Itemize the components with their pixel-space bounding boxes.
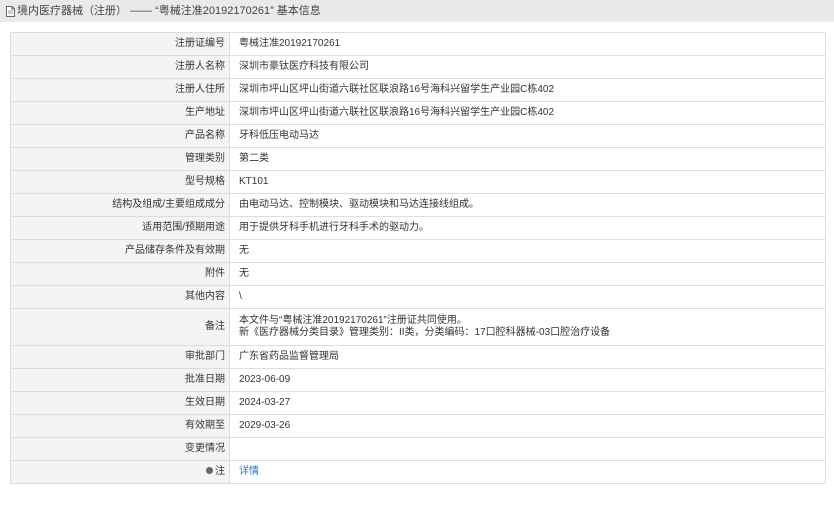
row-value: 广东省药品监督管理局 — [229, 345, 826, 369]
table-row: 适用范围/预期用途 用于提供牙科手机进行牙科手术的驱动力。 — [10, 216, 826, 240]
row-label: 结构及组成/主要组成成分 — [10, 193, 230, 217]
row-label: 管理类别 — [10, 147, 230, 171]
table-row: 产品名称 牙科低压电动马达 — [10, 124, 826, 148]
table-row: 批准日期 2023-06-09 — [10, 368, 826, 392]
row-label: 产品名称 — [10, 124, 230, 148]
row-label: 附件 — [10, 262, 230, 286]
row-label: 适用范围/预期用途 — [10, 216, 230, 240]
row-value: 牙科低压电动马达 — [229, 124, 826, 148]
row-label: 有效期至 — [10, 414, 230, 438]
row-label: 产品储存条件及有效期 — [10, 239, 230, 263]
page-header: 境内医疗器械（注册） —— “粤械注准20192170261” 基本信息 — [0, 0, 834, 22]
remark-value: 本文件与“粤械注准20192170261”注册证共同使用。 新《医疗器械分类目录… — [229, 308, 826, 346]
table-row: 注册人名称 深圳市豪钛医疗科技有限公司 — [10, 55, 826, 79]
row-label: 注册证编号 — [10, 32, 230, 56]
info-table-wrapper: 注册证编号 粤械注准20192170261 注册人名称 深圳市豪钛医疗科技有限公… — [10, 32, 826, 484]
remark-line-2: 新《医疗器械分类目录》管理类别：II类，分类编码：17口腔科器械-03口腔治疗设… — [239, 327, 611, 338]
row-label: 审批部门 — [10, 345, 230, 369]
row-label: 注册人名称 — [10, 55, 230, 79]
table-row: 其他内容 \ — [10, 285, 826, 309]
page-title: 境内医疗器械（注册） —— “粤械注准20192170261” 基本信息 — [17, 5, 321, 17]
table-row: 有效期至 2029-03-26 — [10, 414, 826, 438]
row-label: 注册人住所 — [10, 78, 230, 102]
row-value: 粤械注准20192170261 — [229, 32, 826, 56]
row-value: 无 — [229, 262, 826, 286]
row-value: 用于提供牙科手机进行牙科手术的驱动力。 — [229, 216, 826, 240]
row-value: 2023-06-09 — [229, 368, 826, 392]
details-link[interactable]: 详情 — [239, 466, 259, 477]
row-label: 变更情况 — [10, 437, 230, 461]
row-value: KT101 — [229, 170, 826, 194]
row-label: 生效日期 — [10, 391, 230, 415]
row-value: 深圳市坪山区坪山街道六联社区联浪路16号海科兴留学生产业园C栋402 — [229, 78, 826, 102]
row-label: 其他内容 — [10, 285, 230, 309]
table-row: 附件 无 — [10, 262, 826, 286]
row-value: 由电动马达、控制模块、驱动模块和马达连接线组成。 — [229, 193, 826, 217]
table-row: 结构及组成/主要组成成分 由电动马达、控制模块、驱动模块和马达连接线组成。 — [10, 193, 826, 217]
row-value: 2024-03-27 — [229, 391, 826, 415]
row-value: 2029-03-26 — [229, 414, 826, 438]
remark-line-1: 本文件与“粤械注准20192170261”注册证共同使用。 — [239, 315, 467, 326]
table-row: 生效日期 2024-03-27 — [10, 391, 826, 415]
table-row: 生产地址 深圳市坪山区坪山街道六联社区联浪路16号海科兴留学生产业园C栋402 — [10, 101, 826, 125]
table-row: 变更情况 — [10, 437, 826, 461]
table-row-remark: 备注 本文件与“粤械注准20192170261”注册证共同使用。 新《医疗器械分… — [10, 308, 826, 346]
row-value: 无 — [229, 239, 826, 263]
table-row: 型号规格 KT101 — [10, 170, 826, 194]
row-label: 批准日期 — [10, 368, 230, 392]
row-label: 型号规格 — [10, 170, 230, 194]
note-label-cell: 注 — [10, 460, 230, 484]
row-value — [229, 437, 826, 461]
remark-label: 备注 — [10, 308, 230, 346]
row-value: 深圳市豪钛医疗科技有限公司 — [229, 55, 826, 79]
document-icon — [6, 5, 15, 17]
table-row: 管理类别 第二类 — [10, 147, 826, 171]
table-row: 审批部门 广东省药品监督管理局 — [10, 345, 826, 369]
table-row: 注册证编号 粤械注准20192170261 — [10, 32, 826, 56]
location-pin-icon — [206, 466, 213, 474]
row-value: 第二类 — [229, 147, 826, 171]
row-label: 生产地址 — [10, 101, 230, 125]
note-value: 详情 — [229, 460, 826, 484]
table-row: 注册人住所 深圳市坪山区坪山街道六联社区联浪路16号海科兴留学生产业园C栋402 — [10, 78, 826, 102]
table-row: 产品储存条件及有效期 无 — [10, 239, 826, 263]
row-value: \ — [229, 285, 826, 309]
info-table: 注册证编号 粤械注准20192170261 注册人名称 深圳市豪钛医疗科技有限公… — [10, 32, 826, 484]
note-label: 注 — [215, 466, 225, 477]
row-value: 深圳市坪山区坪山街道六联社区联浪路16号海科兴留学生产业园C栋402 — [229, 101, 826, 125]
table-row-note: 注 详情 — [10, 460, 826, 484]
